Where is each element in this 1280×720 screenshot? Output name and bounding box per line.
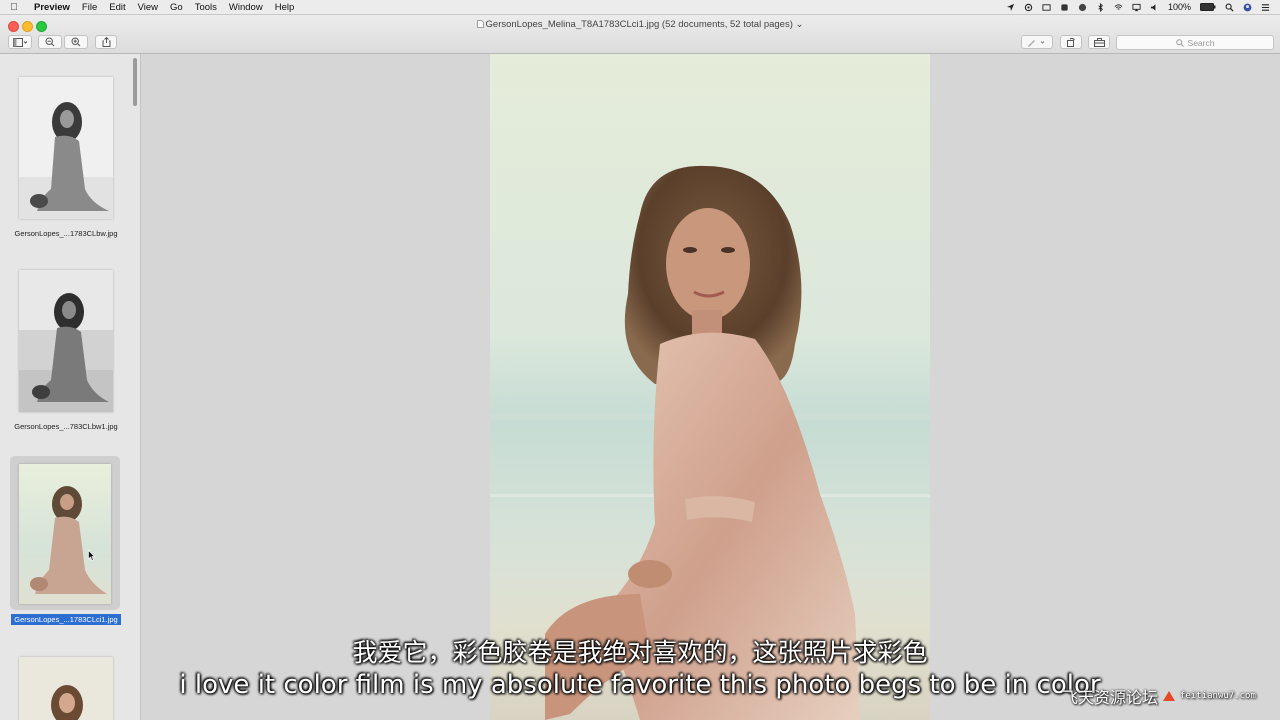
apple-menu-icon[interactable]:  (0, 2, 28, 13)
menu-file[interactable]: File (76, 2, 103, 13)
volume-icon[interactable] (1150, 3, 1159, 12)
menu-go[interactable]: Go (164, 2, 189, 13)
screen-icon[interactable] (1042, 3, 1051, 12)
window-toolbar: GersonLopes_Melina_T8A1783CLci1.jpg (52 … (0, 15, 1280, 54)
menu-help[interactable]: Help (269, 2, 301, 13)
thumbnail-3[interactable] (19, 464, 111, 604)
location-icon[interactable] (1006, 3, 1015, 12)
wifi-icon[interactable] (1114, 3, 1123, 12)
share-icon (102, 37, 110, 47)
zoom-in-button[interactable] (64, 35, 88, 49)
dropbox-icon[interactable] (1060, 3, 1069, 12)
toolbox-icon (1093, 37, 1105, 47)
thumbnail-3-caption: GersonLopes_...1783CLci1.jpg (0, 614, 132, 625)
search-placeholder: Search (1187, 37, 1215, 48)
menu-view[interactable]: View (132, 2, 164, 13)
main-photo-image (490, 54, 930, 720)
spotlight-search-icon[interactable] (1225, 3, 1234, 12)
subtitle-chinese: 我爱它，彩色胶卷是我绝对喜欢的，这张照片求彩色 (352, 638, 928, 667)
watermark-logo-icon (1163, 691, 1176, 701)
toolbox-button[interactable] (1088, 35, 1110, 49)
sidebar-scrollbar[interactable] (133, 58, 137, 106)
menu-app-name[interactable]: Preview (28, 2, 76, 13)
pen-icon (1028, 39, 1045, 47)
status-tray: 100% (1006, 2, 1280, 12)
menu-window[interactable]: Window (223, 2, 269, 13)
bluetooth-icon[interactable] (1096, 2, 1105, 12)
search-field[interactable]: Search (1116, 35, 1274, 50)
sidebar-toggle-button[interactable] (8, 35, 32, 49)
menu-tools[interactable]: Tools (189, 2, 223, 13)
thumbnail-1[interactable] (19, 77, 113, 219)
airplay-icon[interactable] (1132, 3, 1141, 12)
menu-bar:  Preview File Edit View Go Tools Window… (0, 0, 1280, 15)
thumbnail-sidebar[interactable]: GersonLopes_...1783CLbw.jpg GersonLopes_… (0, 54, 141, 720)
title-chevron-icon[interactable]: ⌄ (796, 19, 804, 30)
thumbnail-1-caption: GersonLopes_...1783CLbw.jpg (14, 229, 118, 238)
user-avatar-icon[interactable] (1243, 3, 1252, 12)
sync-icon[interactable] (1024, 3, 1033, 12)
thumbnail-2[interactable] (19, 270, 113, 412)
window-title: GersonLopes_Melina_T8A1783CLci1.jpg (52 … (485, 19, 793, 30)
thumbnail-image-color (19, 464, 111, 604)
markup-pen-button[interactable] (1021, 35, 1053, 49)
rotate-icon (1067, 37, 1075, 47)
thumbnail-image-bw (19, 77, 113, 219)
thumbnail-2-caption: GersonLopes_...783CLbw1.jpg (14, 422, 118, 431)
document-icon[interactable] (476, 20, 484, 28)
zoom-out-button[interactable] (38, 35, 62, 49)
document-view[interactable] (141, 54, 1280, 720)
search-icon (1175, 38, 1184, 47)
sidebar-icon (13, 37, 27, 47)
battery-icon[interactable] (1200, 3, 1216, 11)
mouse-cursor-icon (88, 550, 95, 561)
window-title-area: GersonLopes_Melina_T8A1783CLci1.jpg (52 … (0, 19, 1280, 30)
share-button[interactable] (95, 35, 117, 49)
watermark-text: 飞天资源论坛 (1062, 688, 1159, 707)
watermark: 飞天资源论坛 feitianwu7.com (1062, 684, 1256, 708)
watermark-url: feitianwu7.com (1180, 691, 1256, 701)
display-icon[interactable] (1078, 3, 1087, 12)
zoom-in-icon (71, 37, 81, 47)
zoom-out-icon (45, 37, 55, 47)
battery-percent: 100% (1167, 2, 1191, 12)
rotate-button[interactable] (1060, 35, 1082, 49)
thumbnail-image-bw (19, 270, 113, 412)
notification-center-icon[interactable] (1261, 3, 1270, 12)
menu-edit[interactable]: Edit (103, 2, 131, 13)
